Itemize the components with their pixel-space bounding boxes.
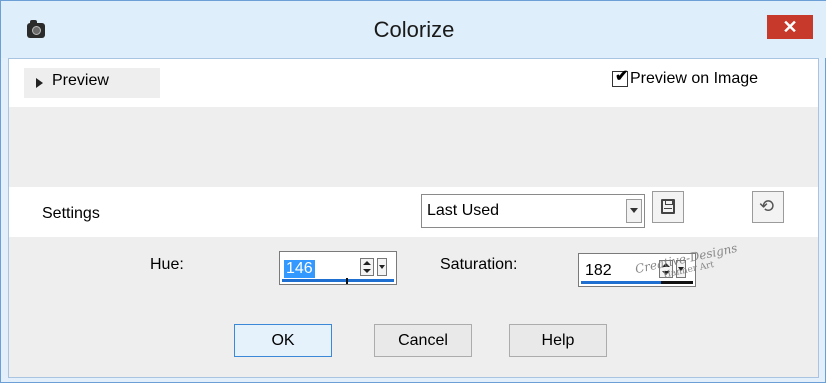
preset-value: Last Used xyxy=(427,202,500,219)
expand-triangle-icon xyxy=(36,78,43,88)
hue-spinbox[interactable]: 146 xyxy=(279,251,397,285)
dialog-content: Preview ✔ Preview on Image Settings Last… xyxy=(8,58,819,378)
preset-dropdown[interactable]: Last Used xyxy=(421,194,645,228)
close-button[interactable]: ✕ xyxy=(767,15,813,39)
save-preset-button[interactable] xyxy=(652,191,684,223)
colorize-dialog: Colorize ✕ Preview ✔ Preview on Image Se… xyxy=(0,0,826,383)
hue-dropdown-icon[interactable] xyxy=(377,258,387,276)
preview-label: Preview xyxy=(52,72,109,89)
preview-toggle[interactable]: Preview xyxy=(24,68,160,98)
titlebar[interactable]: Colorize ✕ xyxy=(1,1,826,58)
cancel-button[interactable]: Cancel xyxy=(374,324,472,357)
hue-slider-thumb[interactable] xyxy=(346,278,348,284)
settings-bar: Settings Last Used ⟲ xyxy=(9,187,818,237)
hue-slider-track[interactable] xyxy=(282,279,394,282)
hue-label: Hue: xyxy=(150,256,184,273)
settings-label: Settings xyxy=(42,205,100,222)
preview-on-image-checkbox[interactable]: ✔ xyxy=(612,68,629,87)
chevron-down-icon[interactable] xyxy=(626,199,642,223)
floppy-disk-icon xyxy=(661,199,675,214)
reset-defaults-icon: ⟲ xyxy=(759,196,775,216)
ok-button[interactable]: OK xyxy=(234,324,332,357)
preview-on-image-label[interactable]: Preview on Image xyxy=(630,70,758,88)
reset-defaults-button[interactable]: ⟲ xyxy=(752,191,784,223)
hue-stepper-icon[interactable] xyxy=(360,258,374,276)
saturation-label: Saturation: xyxy=(440,256,518,273)
preview-area xyxy=(9,107,818,187)
hue-value[interactable]: 146 xyxy=(284,260,315,278)
checkmark-icon: ✔ xyxy=(615,68,629,85)
saturation-value[interactable]: 182 xyxy=(585,262,612,280)
help-button[interactable]: Help xyxy=(509,324,607,357)
dialog-title: Colorize xyxy=(373,17,455,42)
